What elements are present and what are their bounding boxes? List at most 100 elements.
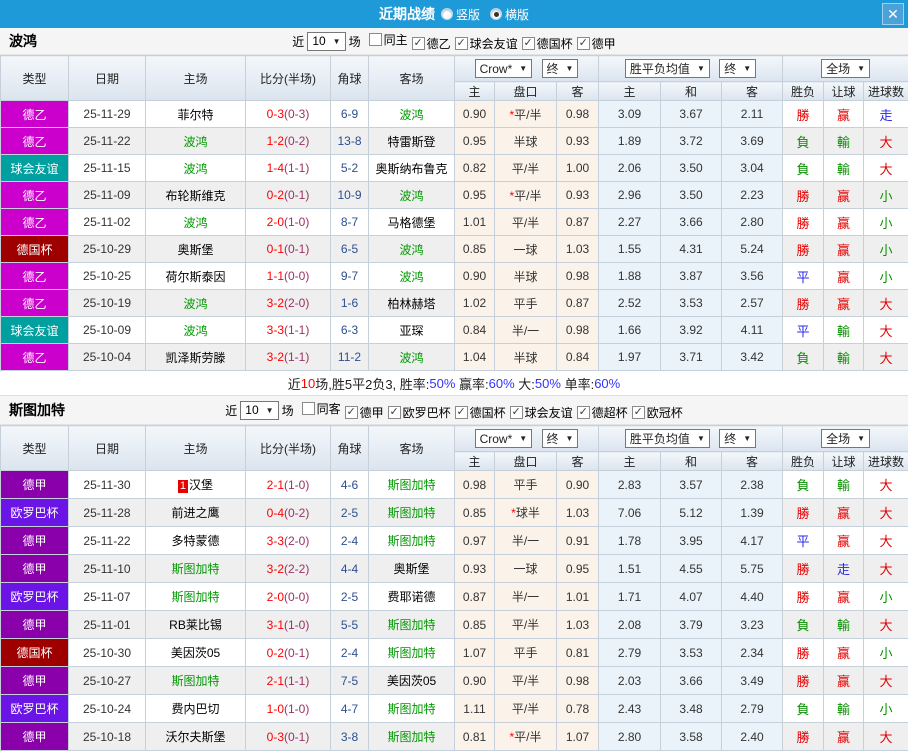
- avg-draw-cell: 3.71: [660, 343, 723, 371]
- competition-checkbox-label: 德乙: [426, 36, 451, 51]
- date-cell: 25-11-29: [68, 100, 146, 128]
- competition-checkbox[interactable]: ✓ 德甲: [344, 404, 384, 421]
- fulltime-score: 1-0: [266, 701, 284, 716]
- competition-checkbox[interactable]: ✓ 德甲: [576, 35, 616, 52]
- table-row: 德乙 25-10-25 荷尔斯泰因 1-1(0-0) 9-7 波鸿 0.90 半球 0.98 1.…: [0, 262, 908, 290]
- competition-checkbox[interactable]: ✓ 德乙: [411, 35, 451, 52]
- competition-checkbox[interactable]: ✓ 欧罗巴杯: [387, 404, 451, 421]
- odds-stage-select[interactable]: 终 ▼: [541, 429, 579, 448]
- sub-away-odds: 客: [555, 81, 600, 101]
- competition-checkbox[interactable]: ✓ 欧冠杯: [631, 404, 683, 421]
- result-wdl-cell: 勝: [782, 289, 825, 317]
- score-cell: 1-4(1-1): [245, 154, 331, 182]
- result-goals-cell: 大: [863, 554, 908, 583]
- competition-checkbox[interactable]: ✓ 德国杯: [454, 404, 506, 421]
- handicap-cell: 半/一: [494, 526, 557, 555]
- away-odds-cell: 1.03: [555, 498, 600, 527]
- result-handicap-cell: 赢: [823, 638, 865, 667]
- recent-count-select[interactable]: 10 ▼: [307, 31, 346, 51]
- away-team-cell: 波鸿: [368, 181, 455, 209]
- result-wdl-cell: 勝: [782, 100, 825, 128]
- away-team-name: 斯图加特: [387, 646, 436, 660]
- competition-checkbox[interactable]: ✓ 德超杯: [576, 404, 628, 421]
- chevron-down-icon: ▼: [857, 434, 866, 443]
- avg-away-cell: 2.23: [721, 181, 784, 209]
- away-team-cell: 美因茨05: [368, 666, 455, 695]
- away-odds-cell: 0.84: [555, 343, 600, 371]
- away-team-cell: 费耶诺德: [368, 582, 455, 611]
- home-odds-cell: 0.81: [454, 722, 495, 751]
- handicap-cell: 平/半: [494, 694, 557, 723]
- full-match-select[interactable]: 全场 ▼: [821, 429, 871, 448]
- home-odds-cell: 1.04: [454, 343, 495, 371]
- vertical-layout-radio[interactable]: 竖版: [440, 6, 480, 23]
- recent-count-select[interactable]: 10 ▼: [240, 400, 279, 420]
- col-date: 日期: [68, 55, 146, 101]
- team-name: 波鸿: [9, 33, 37, 49]
- odds-stage-select[interactable]: 终 ▼: [541, 59, 579, 78]
- avg-home-cell: 1.51: [598, 554, 662, 583]
- away-team-name: 特雷斯登: [387, 134, 436, 149]
- date-cell: 25-11-15: [68, 154, 146, 182]
- handicap-cell: 半球: [494, 343, 557, 371]
- result-goals-cell: 大: [863, 498, 908, 527]
- horizontal-layout-radio[interactable]: 横版: [490, 6, 529, 23]
- avg-stage-select[interactable]: 终 ▼: [719, 59, 757, 78]
- competition-cell: 德乙: [0, 100, 69, 128]
- avg-home-cell: 1.78: [598, 526, 662, 555]
- full-match-select[interactable]: 全场 ▼: [821, 59, 871, 78]
- away-team-name: 柏林赫塔: [387, 296, 436, 311]
- col-date: 日期: [68, 425, 146, 471]
- avg-draw-cell: 3.53: [660, 289, 723, 317]
- same-side-checkbox[interactable]: 同客: [301, 400, 341, 417]
- competition-checkbox[interactable]: ✓ 球会友谊: [509, 404, 573, 421]
- same-side-checkbox[interactable]: 同主: [368, 31, 408, 48]
- home-odds-cell: 0.97: [454, 526, 495, 555]
- competition-checkbox[interactable]: ✓ 德国杯: [521, 35, 573, 52]
- competition-cell: 德乙: [0, 262, 69, 290]
- home-odds-cell: 0.90: [454, 262, 495, 290]
- avg-away-cell: 3.23: [721, 610, 784, 639]
- checkbox-checked-icon: ✓: [509, 405, 523, 419]
- away-team-cell: 波鸿: [368, 235, 455, 263]
- home-team-cell: 菲尔特: [145, 100, 246, 128]
- score-cell: 1-0(1-0): [245, 694, 331, 723]
- home-odds-cell: 0.85: [454, 498, 495, 527]
- result-handicap-cell: 赢: [823, 666, 865, 695]
- home-team-name: 波鸿: [183, 161, 208, 176]
- wdl-average-select[interactable]: 胜平负均值 ▼: [624, 429, 710, 448]
- avg-away-cell: 2.11: [721, 100, 784, 128]
- score-cell: 0-3(0-3): [245, 100, 331, 128]
- away-team-cell: 斯图加特: [368, 722, 455, 751]
- competition-checkbox-label: 德甲: [359, 405, 384, 420]
- result-header-group: 全场 ▼: [782, 425, 908, 452]
- away-team-cell: 斯图加特: [368, 498, 455, 527]
- home-odds-cell: 0.85: [454, 610, 495, 639]
- bookmaker-select[interactable]: Crow* ▼: [474, 59, 533, 78]
- home-odds-cell: 0.84: [454, 316, 495, 344]
- handicap-cell: *平/半: [494, 181, 557, 209]
- away-odds-cell: 1.03: [555, 235, 600, 263]
- corners-cell: 6-5: [330, 235, 369, 263]
- halftime-score: (2-0): [284, 296, 310, 310]
- corners-cell: 2-4: [330, 526, 369, 555]
- close-button[interactable]: ✕: [882, 3, 904, 25]
- result-handicap-cell: 赢: [823, 208, 865, 236]
- home-team-name: 汉堡: [189, 478, 214, 492]
- fulltime-score: 3-2: [266, 561, 284, 576]
- bookmaker-select[interactable]: Crow* ▼: [474, 429, 533, 448]
- corners-cell: 2-4: [330, 638, 369, 667]
- avg-stage-select[interactable]: 终 ▼: [719, 429, 757, 448]
- wdl-average-select[interactable]: 胜平负均值 ▼: [624, 59, 710, 78]
- handicap-cell: 平/半: [494, 610, 557, 639]
- home-team-name: 前进之鹰: [171, 506, 220, 520]
- handicap-cell: 半球: [494, 262, 557, 290]
- away-odds-cell: 1.07: [555, 722, 600, 751]
- average-header-group: 胜平负均值 ▼ 终 ▼: [598, 55, 784, 82]
- handicap-header-group: Crow* ▼ 终 ▼: [453, 55, 600, 82]
- competition-cell: 德国杯: [0, 235, 69, 263]
- result-handicap-cell: 赢: [823, 235, 865, 263]
- score-cell: 2-1(1-1): [245, 666, 331, 695]
- competition-checkbox[interactable]: ✓ 球会友谊: [454, 35, 518, 52]
- away-team-cell: 特雷斯登: [368, 127, 455, 155]
